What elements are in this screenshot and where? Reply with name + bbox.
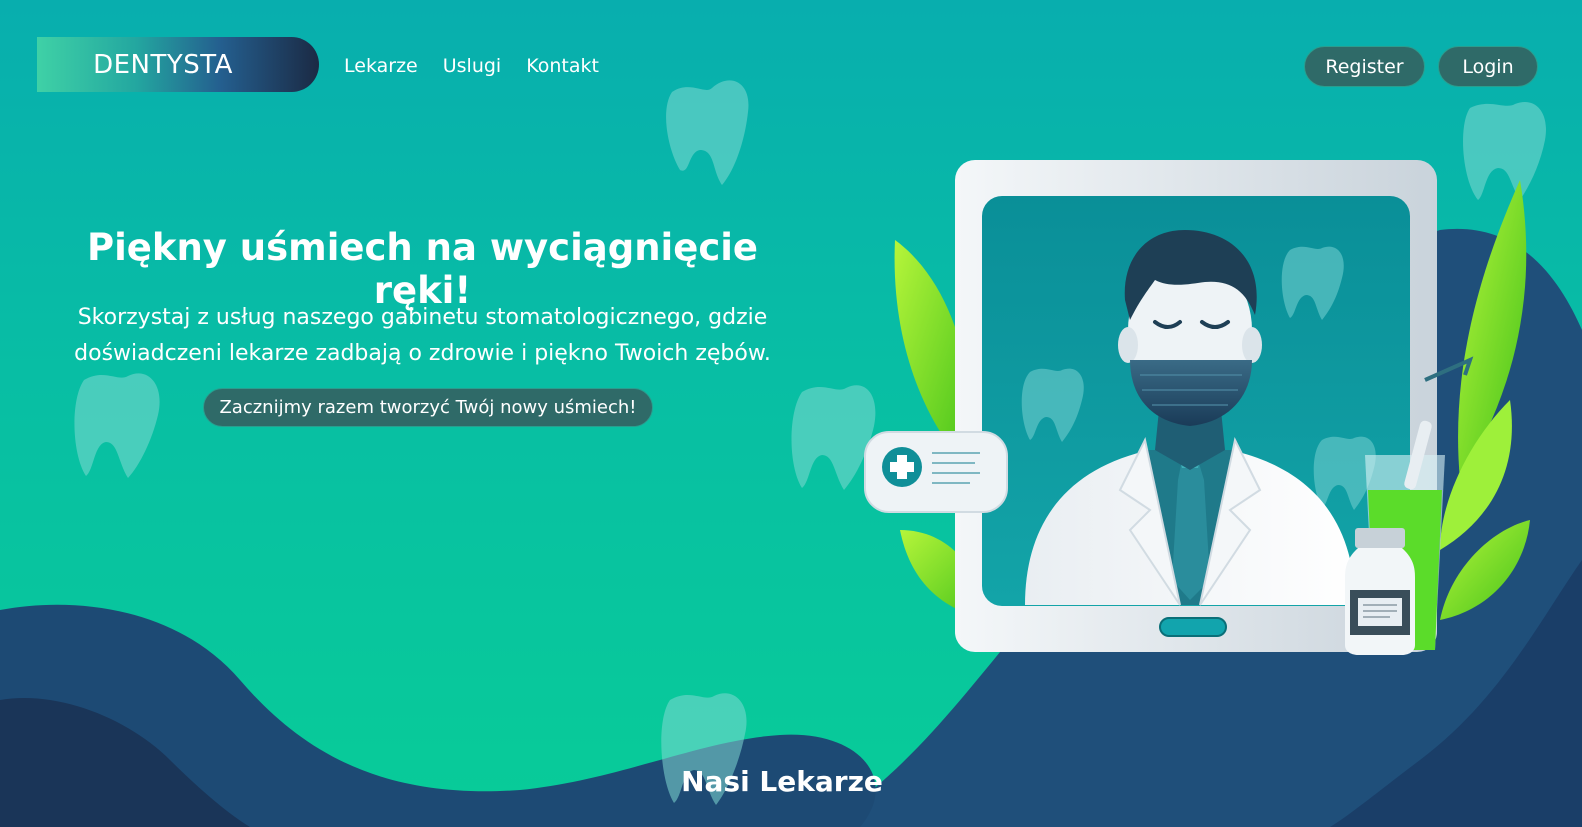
medical-card [864, 431, 1008, 513]
section-title-doctors: Nasi Lekarze [681, 765, 883, 798]
hero-description-line2: doświadczeni lekarze zadbają o zdrowie i… [74, 341, 771, 366]
tooth-icon [74, 373, 160, 478]
register-button[interactable]: Register [1304, 46, 1425, 87]
cta-button[interactable]: Zacznijmy razem tworzyć Twój nowy uśmiec… [203, 388, 653, 427]
brand-logo[interactable]: DENTYSTA [37, 37, 319, 92]
nav-link-kontakt[interactable]: Kontakt [526, 55, 599, 77]
login-button[interactable]: Login [1438, 46, 1538, 87]
nav-link-lekarze[interactable]: Lekarze [344, 55, 418, 77]
nav-link-uslugi[interactable]: Uslugi [443, 55, 501, 77]
hero-description-line1: Skorzystaj z usług naszego gabinetu stom… [77, 305, 768, 330]
auth-buttons: Register Login [1304, 46, 1538, 87]
hero-description: Skorzystaj z usług naszego gabinetu stom… [60, 300, 785, 372]
doctor-illustration [864, 160, 1530, 655]
main-nav: Lekarze Uslugi Kontakt [344, 55, 599, 77]
leaf-icon [1440, 180, 1530, 620]
page: DENTYSTA Lekarze Uslugi Kontakt Register… [0, 0, 1582, 827]
brand-name: DENTYSTA [93, 49, 233, 80]
tooth-icon [666, 80, 749, 185]
